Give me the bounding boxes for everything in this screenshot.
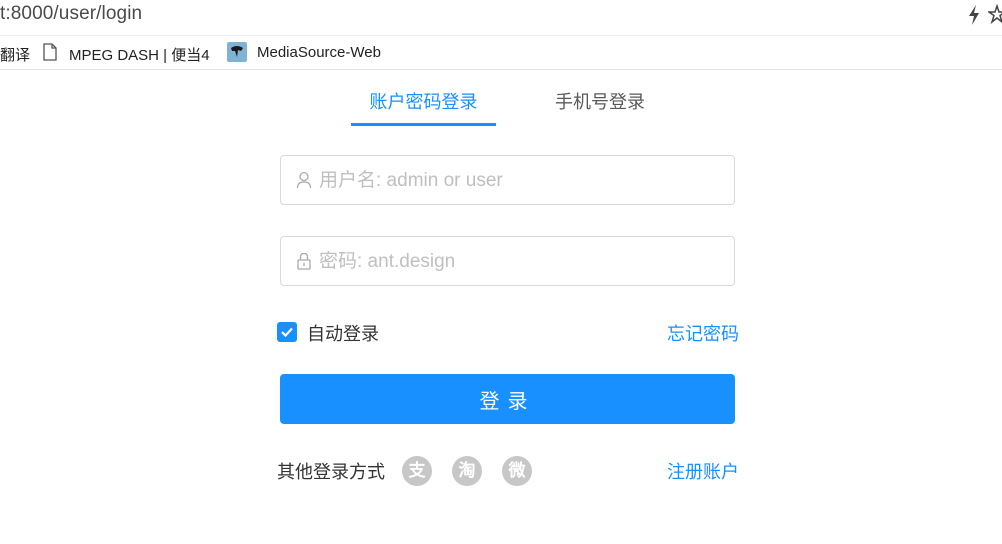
auto-login-label[interactable]: 自动登录 [307, 320, 379, 346]
tab-mobile-login[interactable]: 手机号登录 [540, 88, 660, 126]
weibo-icon[interactable]: 微 [502, 456, 532, 486]
password-field[interactable] [280, 236, 735, 286]
forgot-password-link[interactable]: 忘记密码 [667, 320, 739, 346]
username-field[interactable] [280, 155, 735, 205]
check-icon [281, 327, 293, 338]
taobao-icon[interactable]: 淘 [452, 456, 482, 486]
register-account-link[interactable]: 注册账户 [667, 458, 739, 484]
lightning-icon[interactable] [966, 4, 982, 26]
tab-account-login[interactable]: 账户密码登录 [351, 88, 496, 126]
mediasource-favicon-icon [227, 42, 247, 62]
password-input[interactable] [319, 247, 719, 277]
bookmarks-bar: 翻译 MPEG DASH | 便当4 MediaSource-Web [0, 36, 1002, 70]
login-button[interactable]: 登录 [280, 374, 735, 424]
username-input[interactable] [319, 166, 719, 196]
page-icon [43, 43, 57, 61]
bookmark-mpeg-dash[interactable]: MPEG DASH | 便当4 [69, 44, 210, 65]
alipay-icon[interactable]: 支 [402, 456, 432, 486]
lock-icon [297, 252, 311, 270]
address-bar[interactable]: t:8000/user/login [0, 0, 1002, 36]
star-icon[interactable] [988, 4, 1002, 24]
other-login-methods-label: 其他登录方式 [277, 462, 385, 482]
bookmark-translate[interactable]: 翻译 [0, 44, 30, 65]
auto-login-checkbox[interactable] [277, 322, 297, 342]
url-text[interactable]: t:8000/user/login [0, 3, 142, 25]
bookmark-mediasource[interactable]: MediaSource-Web [257, 44, 381, 61]
user-icon [296, 171, 312, 189]
